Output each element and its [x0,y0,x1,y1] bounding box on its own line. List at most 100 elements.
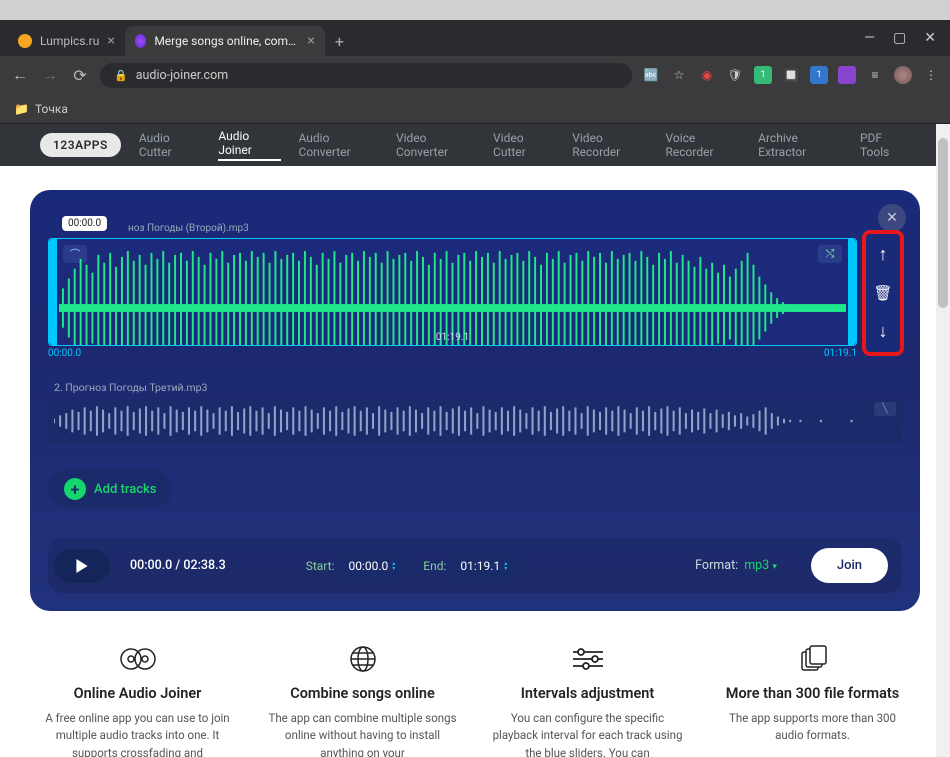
feature-card: Intervals adjustment You can configure t… [490,641,685,757]
feature-desc: A free online app you can use to join mu… [40,710,235,757]
track-filename: ноз Погоды (Второй).mp3 [128,223,249,234]
nav-voice-recorder[interactable]: Voice Recorder [666,131,741,159]
trim-handle-left[interactable] [49,239,57,345]
timeline-start: 00:00.0 [48,348,81,359]
scrollbar-thumb[interactable] [938,138,948,308]
start-time-control: Start: 00:00.0 ▴▾ [306,553,404,579]
end-label: End: [423,559,446,573]
files-icon [715,641,910,677]
back-button[interactable]: ← [10,65,30,85]
close-icon[interactable]: × [107,33,114,49]
start-time-input[interactable]: 00:00.0 ▴▾ [340,553,403,579]
feature-title: Intervals adjustment [490,685,685,702]
plus-icon: + [64,478,86,500]
new-tab-button[interactable]: + [325,26,354,56]
browser-tab[interactable]: Merge songs online, combine mp × [125,26,325,56]
track-2: 2. Прогноз Погоды Третий.mp3 ╲ [48,381,902,444]
feature-card: Combine songs online The app can combine… [265,641,460,757]
move-down-icon[interactable]: ↓ [879,321,888,342]
add-tracks-label: Add tracks [94,482,156,497]
playbar: 00:00.0 / 02:38.3 Start: 00:00.0 ▴▾ End:… [48,538,902,593]
features-row: Online Audio Joiner A free online app yo… [0,621,950,757]
chevron-down-icon: ▾ [772,562,777,572]
logo[interactable]: 123APPS [40,133,121,157]
nav-video-converter[interactable]: Video Converter [396,131,475,159]
extension-icons: 🔤 ☆ ◉ 🛡 1 🔲 1 ≡ ⋮ [642,66,940,84]
nav-video-recorder[interactable]: Video Recorder [572,131,647,159]
address-bar[interactable]: 🔒 audio-joiner.com [100,63,632,88]
format-selector: Format: mp3 ▾ [695,558,777,573]
readinglist-icon[interactable]: ≡ [866,66,884,84]
os-titlebar [0,0,950,20]
waveform-track-2[interactable]: ╲ [48,398,902,444]
nav-pdf-tools[interactable]: PDF Tools [860,131,910,159]
feature-card: Online Audio Joiner A free online app yo… [40,641,235,757]
extension-icon[interactable]: ◉ [698,66,716,84]
scrollbar[interactable] [936,124,950,757]
feature-desc: The app can combine multiple songs onlin… [265,710,460,757]
track-filename: 2. Прогноз Погоды Третий.mp3 [48,381,902,394]
add-tracks-button[interactable]: + Add tracks [48,470,172,508]
track-1: 00:00.0 ноз Погоды (Второй).mp3 ⌒ ⤭ [48,238,902,359]
bookmark-item[interactable]: Точка [35,102,68,116]
globe-icon [265,641,460,677]
nav-audio-joiner[interactable]: Audio Joiner [218,129,280,161]
menu-icon[interactable]: ⋮ [922,66,940,84]
app-nav: 123APPS Audio Cutter Audio Joiner Audio … [0,124,950,166]
timeline-end: 01:19.1 [824,348,857,359]
extension-icon[interactable]: 🔲 [782,66,800,84]
play-icon [75,559,89,573]
time-counter: 00:00.0 / 02:38.3 [130,558,226,573]
trim-handle-right[interactable] [848,239,856,345]
sliders-icon [490,641,685,677]
editor-panel: ✕ 00:00.0 ноз Погоды (Второй).mp3 ⌒ ⤭ [30,190,920,611]
track-duration-center: 01:19.1 [436,332,469,343]
extension-icon[interactable]: 1 [810,66,828,84]
tab-title: Lumpics.ru [40,34,99,48]
extension-icon[interactable]: 1 [754,66,772,84]
feature-desc: The app supports more than 300 audio for… [715,710,910,745]
window-controls: — ▢ ✕ [850,20,950,56]
feature-title: Online Audio Joiner [40,685,235,702]
browser-tab[interactable]: Lumpics.ru × [8,26,125,56]
waveform-svg [54,404,872,438]
play-button[interactable] [54,549,110,583]
delete-icon[interactable]: 🗑 [873,284,892,302]
spinner-icon[interactable]: ▴▾ [504,561,507,571]
track-side-controls: ↑ 🗑 ↓ [862,230,904,356]
spinner-icon[interactable]: ▴▾ [392,561,395,571]
profile-avatar[interactable] [894,66,912,84]
nav-audio-converter[interactable]: Audio Converter [299,131,378,159]
feature-title: More than 300 file formats [715,685,910,702]
feature-desc: You can configure the specific playback … [490,710,685,757]
nav-archive-extractor[interactable]: Archive Extractor [758,131,842,159]
favicon-icon [135,34,147,48]
extension-icon[interactable]: 🛡 [726,66,744,84]
join-button[interactable]: Join [811,548,888,583]
minimize-icon[interactable]: — [864,30,875,46]
tab-title: Merge songs online, combine mp [154,34,299,48]
close-icon[interactable]: ✕ [924,30,936,46]
waveform-track-1[interactable]: ⌒ ⤭ 01:19.1 [48,238,857,346]
nav-audio-cutter[interactable]: Audio Cutter [139,131,201,159]
extension-icon[interactable] [838,66,856,84]
move-up-icon[interactable]: ↑ [879,244,888,265]
forward-button[interactable]: → [40,65,60,85]
start-label: Start: [306,559,335,573]
folder-icon: 📁 [14,102,29,116]
audio-joiner-icon [40,641,235,677]
star-icon[interactable]: ☆ [670,66,688,84]
end-time-input[interactable]: 01:19.1 ▴▾ [452,553,515,579]
fade-out-button[interactable]: ╲ [874,402,896,416]
translate-icon[interactable]: 🔤 [642,66,660,84]
nav-video-cutter[interactable]: Video Cutter [493,131,554,159]
maximize-icon[interactable]: ▢ [893,30,906,46]
close-button[interactable]: ✕ [878,204,906,232]
close-icon[interactable]: × [307,33,314,49]
page-content: 123APPS Audio Cutter Audio Joiner Audio … [0,124,950,757]
format-dropdown[interactable]: mp3 ▾ [744,558,777,573]
reload-button[interactable]: ⟳ [70,66,90,85]
bookmark-bar: 📁 Точка [0,94,950,124]
end-time-control: End: 01:19.1 ▴▾ [423,553,515,579]
browser-toolbar: ← → ⟳ 🔒 audio-joiner.com 🔤 ☆ ◉ 🛡 1 🔲 1 ≡… [0,56,950,94]
